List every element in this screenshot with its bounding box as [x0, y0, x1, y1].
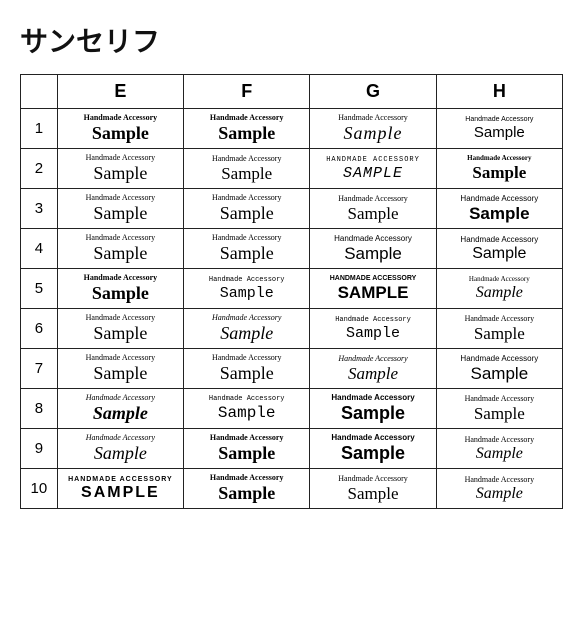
cell-4e: Handmade Accessory Sample [57, 229, 183, 269]
page-title: サンセリフ [20, 20, 563, 60]
cell-5f: Handmade Accessory Sample [184, 269, 310, 309]
font-sample-table: E F G H 1 Handmade Accessory Sample Hand… [20, 74, 563, 509]
col-header-e: E [57, 75, 183, 109]
cell-6g: Handmade Accessory Sample [310, 309, 436, 349]
row-number: 8 [21, 389, 58, 429]
col-header-num [21, 75, 58, 109]
row-number: 6 [21, 309, 58, 349]
cell-1f: Handmade Accessory Sample [184, 109, 310, 149]
cell-8e: Handmade Accessory Sample [57, 389, 183, 429]
cell-7g: Handmade Accessory Sample [310, 349, 436, 389]
col-header-g: G [310, 75, 436, 109]
table-row: 9 Handmade Accessory Sample Handmade Acc… [21, 429, 563, 469]
cell-7e: Handmade Accessory Sample [57, 349, 183, 389]
cell-3e: Handmade Accessory Sample [57, 189, 183, 229]
cell-5e: Handmade Accessory Sample [57, 269, 183, 309]
table-row: 3 Handmade Accessory Sample Handmade Acc… [21, 189, 563, 229]
row-number: 3 [21, 189, 58, 229]
cell-10h: Handmade Accessory Sample [436, 469, 562, 509]
table-row: 6 Handmade Accessory Sample Handmade Acc… [21, 309, 563, 349]
cell-1g: Handmade Accessory Sample [310, 109, 436, 149]
cell-2g: Handmade Accessory Sample [310, 149, 436, 189]
cell-8h: Handmade Accessory Sample [436, 389, 562, 429]
table-row: 7 Handmade Accessory Sample Handmade Acc… [21, 349, 563, 389]
cell-2e: Handmade Accessory Sample [57, 149, 183, 189]
row-number: 4 [21, 229, 58, 269]
cell-9f: Handmade Accessory Sample [184, 429, 310, 469]
cell-6h: Handmade Accessory Sample [436, 309, 562, 349]
row-number: 10 [21, 469, 58, 509]
row-number: 9 [21, 429, 58, 469]
table-row: 5 Handmade Accessory Sample Handmade Acc… [21, 269, 563, 309]
cell-9h: Handmade Accessory Sample [436, 429, 562, 469]
cell-9g: Handmade Accessory Sample [310, 429, 436, 469]
cell-5g: Handmade Accessory Sample [310, 269, 436, 309]
table-row: 2 Handmade Accessory Sample Handmade Acc… [21, 149, 563, 189]
table-row: 10 Handmade Accessory SAMPLE Handmade Ac… [21, 469, 563, 509]
table-row: 8 Handmade Accessory Sample Handmade Acc… [21, 389, 563, 429]
cell-6f: Handmade Accessory Sample [184, 309, 310, 349]
cell-1e: Handmade Accessory Sample [57, 109, 183, 149]
row-number: 7 [21, 349, 58, 389]
cell-2f: Handmade Accessory Sample [184, 149, 310, 189]
row-number: 1 [21, 109, 58, 149]
cell-7h: Handmade Accessory Sample [436, 349, 562, 389]
cell-8f: Handmade Accessory Sample [184, 389, 310, 429]
cell-5h: Handmade Accessory Sample [436, 269, 562, 309]
cell-4h: Handmade Accessory Sample [436, 229, 562, 269]
cell-3f: Handmade Accessory Sample [184, 189, 310, 229]
col-header-h: H [436, 75, 562, 109]
cell-3g: Handmade Accessory Sample [310, 189, 436, 229]
cell-4g: Handmade Accessory Sample [310, 229, 436, 269]
row-number: 2 [21, 149, 58, 189]
cell-10g: Handmade Accessory Sample [310, 469, 436, 509]
cell-10f: Handmade Accessory Sample [184, 469, 310, 509]
row-number: 5 [21, 269, 58, 309]
col-header-f: F [184, 75, 310, 109]
cell-1h: Handmade Accessory Sample [436, 109, 562, 149]
cell-8g: Handmade Accessory Sample [310, 389, 436, 429]
cell-3h: Handmade Accessory Sample [436, 189, 562, 229]
cell-7f: Handmade Accessory Sample [184, 349, 310, 389]
cell-2h: Handmade Accessory Sample [436, 149, 562, 189]
cell-4f: Handmade Accessory Sample [184, 229, 310, 269]
cell-6e: Handmade Accessory Sample [57, 309, 183, 349]
table-row: 4 Handmade Accessory Sample Handmade Acc… [21, 229, 563, 269]
cell-10e: Handmade Accessory SAMPLE [57, 469, 183, 509]
table-row: 1 Handmade Accessory Sample Handmade Acc… [21, 109, 563, 149]
cell-9e: Handmade Accessory Sample [57, 429, 183, 469]
